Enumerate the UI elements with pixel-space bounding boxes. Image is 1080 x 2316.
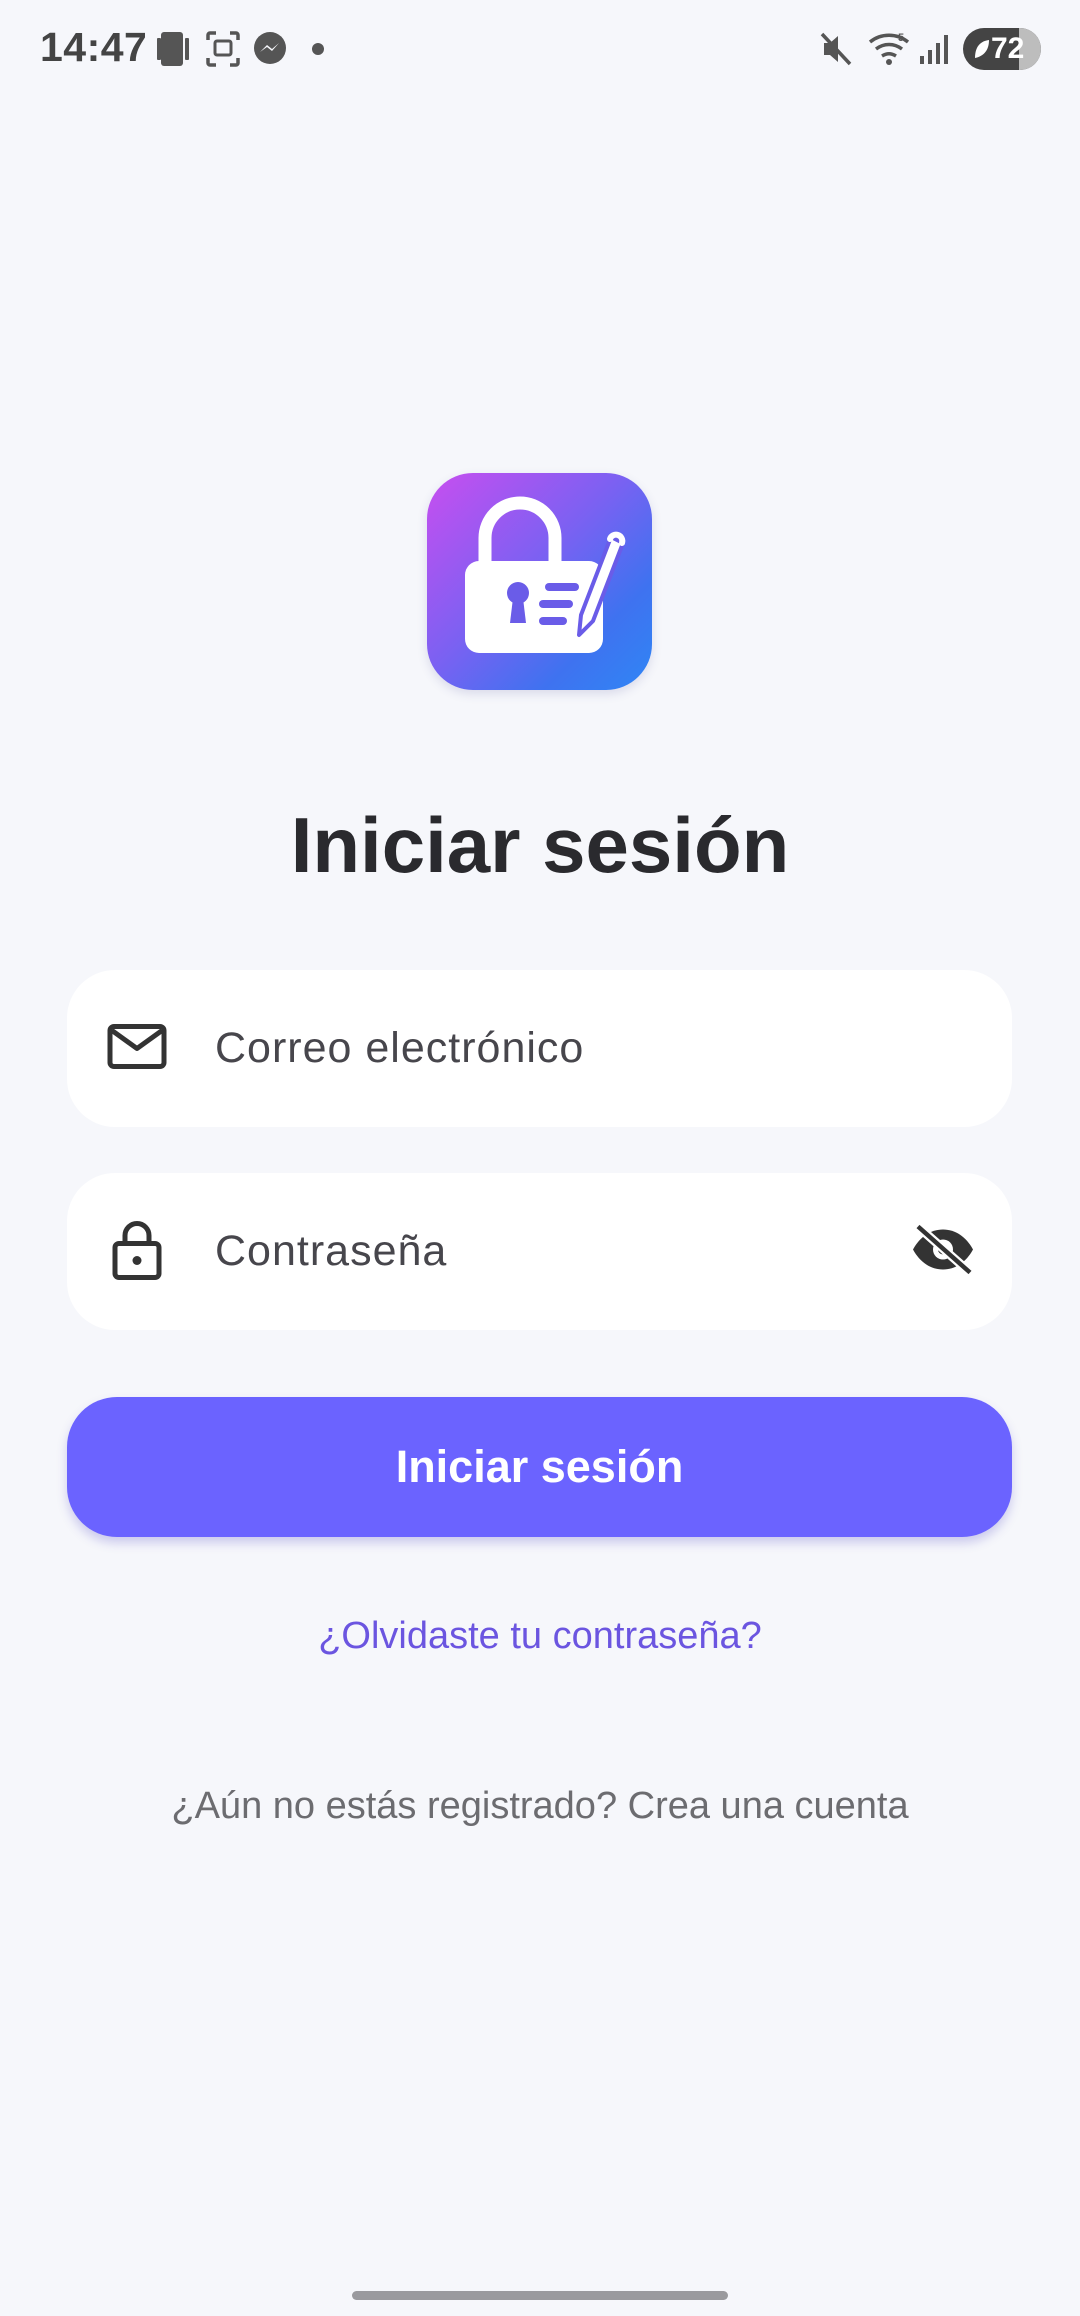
password-field[interactable] [67, 1173, 1012, 1330]
register-link[interactable]: ¿Aún no estás registrado? Crea una cuent… [0, 1785, 1080, 1828]
login-button[interactable]: Iniciar sesión [67, 1397, 1012, 1537]
status-bar: 14:47 5 72 [0, 0, 1080, 100]
mute-icon [818, 30, 854, 73]
password-input[interactable] [215, 1173, 895, 1330]
page-title: Iniciar sesión [290, 801, 790, 889]
svg-text:5: 5 [898, 32, 904, 44]
login-screen: 14:47 5 72 Iniciar sesión Correo electró… [0, 0, 1080, 2316]
forgot-password-link[interactable]: ¿Olvidaste tu contraseña? [0, 1615, 1080, 1658]
app-logo [427, 473, 652, 690]
email-input[interactable] [215, 970, 895, 1127]
status-time: 14:47 [40, 24, 148, 70]
mail-icon [105, 1021, 169, 1076]
notification-dot [312, 43, 324, 55]
eye-off-icon[interactable] [910, 1222, 976, 1281]
messenger-icon [252, 30, 288, 73]
home-indicator[interactable] [352, 2291, 728, 2300]
screenshot-icon [205, 30, 241, 73]
email-field[interactable] [67, 970, 1012, 1127]
lock-document-pen-icon [465, 496, 626, 653]
battery-icon: 72 [963, 28, 1041, 70]
wifi-icon: 5 [868, 30, 912, 73]
device-icon [155, 30, 191, 75]
lock-icon [105, 1217, 169, 1286]
signal-icon [918, 30, 952, 73]
battery-level: 72 [991, 32, 1025, 65]
